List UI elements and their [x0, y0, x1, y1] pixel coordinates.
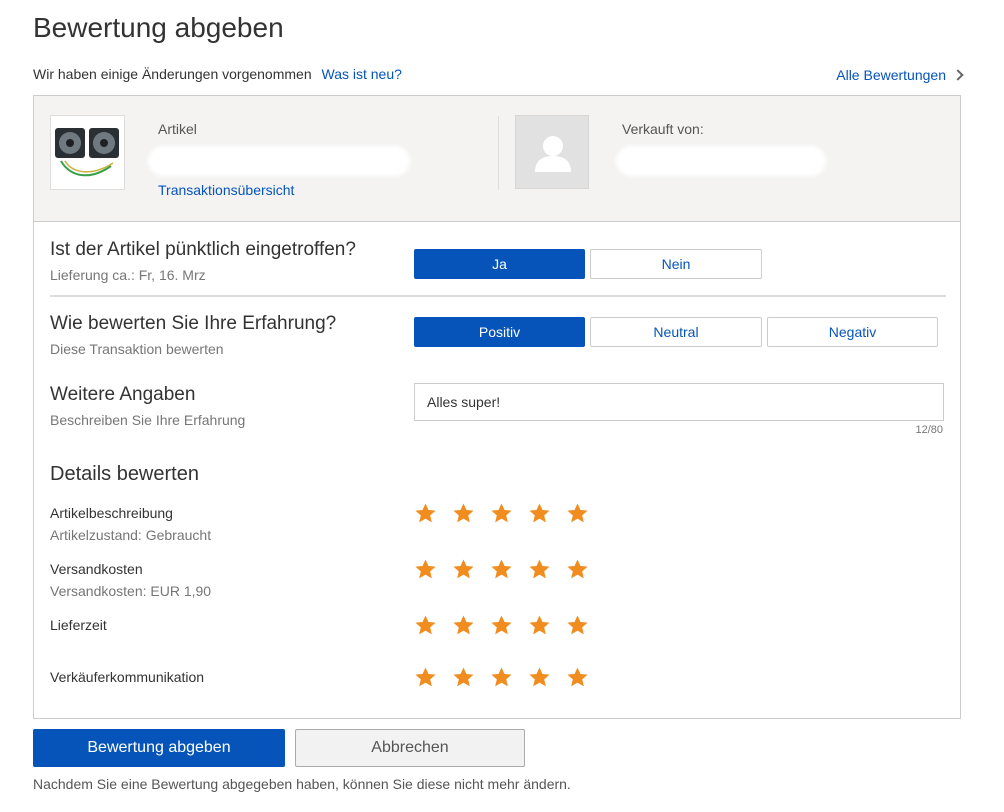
feedback-card: Artikel Transaktionsübersicht Verkauft v… [33, 95, 961, 719]
star-icon[interactable] [452, 502, 475, 525]
star-icon[interactable] [414, 558, 437, 581]
star-icon[interactable] [490, 614, 513, 637]
star-icon[interactable] [414, 666, 437, 689]
cancel-button[interactable]: Abbrechen [295, 729, 525, 767]
rating-label-shipping-cost: Versandkosten [50, 561, 143, 577]
rating-sub-description: Artikelzustand: Gebraucht [50, 527, 212, 543]
star-icon[interactable] [528, 558, 551, 581]
experience-positive-button[interactable]: Positiv [414, 317, 585, 347]
seller-name-redacted [616, 146, 826, 176]
experience-neutral-button[interactable]: Neutral [590, 317, 762, 347]
arrival-yes-button[interactable]: Ja [414, 249, 585, 279]
arrival-question: Ist der Artikel pünktlich eingetroffen? [50, 239, 356, 260]
item-title-redacted [148, 146, 410, 176]
star-rating-delivery-time[interactable] [414, 614, 589, 637]
star-icon[interactable] [452, 558, 475, 581]
user-icon [535, 136, 571, 172]
chevron-right-icon [952, 69, 964, 81]
rating-label-delivery-time: Lieferzeit [50, 617, 107, 633]
whats-new-link[interactable]: Was ist neu? [322, 66, 402, 82]
star-icon[interactable] [566, 614, 589, 637]
item-thumbnail[interactable] [50, 115, 125, 190]
all-ratings-label: Alle Bewertungen [836, 67, 946, 83]
experience-question: Wie bewerten Sie Ihre Erfahrung? [50, 313, 337, 334]
rating-label-description: Artikelbeschreibung [50, 505, 173, 521]
experience-negative-button[interactable]: Negativ [767, 317, 938, 347]
comment-subtext: Beschreiben Sie Ihre Erfahrung [50, 412, 246, 428]
seller-avatar [515, 115, 589, 189]
submit-feedback-button[interactable]: Bewertung abgeben [33, 729, 285, 767]
experience-subtext: Diese Transaktion bewerten [50, 341, 224, 357]
star-icon[interactable] [490, 502, 513, 525]
star-icon[interactable] [490, 558, 513, 581]
rating-label-communication: Verkäuferkommunikation [50, 669, 205, 685]
star-rating-communication[interactable] [414, 666, 589, 689]
comment-input[interactable]: Alles super! [414, 383, 944, 421]
arrival-subtext: Lieferung ca.: Fr, 16. Mrz [50, 267, 206, 283]
star-icon[interactable] [528, 666, 551, 689]
star-icon[interactable] [452, 666, 475, 689]
footer-note: Nachdem Sie eine Bewertung abgegeben hab… [33, 776, 571, 792]
page-title: Bewertung abgeben [33, 12, 284, 43]
item-image-icon [51, 116, 124, 189]
character-counter: 12/80 [915, 424, 943, 436]
star-icon[interactable] [566, 666, 589, 689]
transaction-overview-link[interactable]: Transaktionsübersicht [158, 182, 294, 198]
item-label: Artikel [158, 121, 197, 137]
arrival-no-button[interactable]: Nein [590, 249, 762, 279]
star-icon[interactable] [490, 666, 513, 689]
header-divider [498, 116, 499, 190]
comment-title: Weitere Angaben [50, 384, 196, 405]
changes-text: Wir haben einige Änderungen vorgenommen [33, 66, 312, 82]
details-title: Details bewerten [50, 463, 199, 485]
rating-sub-shipping-cost: Versandkosten: EUR 1,90 [50, 583, 212, 599]
transaction-header: Artikel Transaktionsübersicht Verkauft v… [34, 96, 960, 222]
star-rating-description[interactable] [414, 502, 589, 525]
star-icon[interactable] [414, 502, 437, 525]
star-icon[interactable] [528, 614, 551, 637]
star-icon[interactable] [566, 502, 589, 525]
star-icon[interactable] [566, 558, 589, 581]
star-icon[interactable] [452, 614, 475, 637]
star-icon[interactable] [414, 614, 437, 637]
all-ratings-link[interactable]: Alle Bewertungen [836, 67, 964, 83]
star-icon[interactable] [528, 502, 551, 525]
changes-notice: Wir haben einige Änderungen vorgenommen … [33, 66, 402, 82]
section-divider [50, 295, 946, 297]
seller-label: Verkauft von: [622, 121, 704, 137]
star-rating-shipping-cost[interactable] [414, 558, 589, 581]
